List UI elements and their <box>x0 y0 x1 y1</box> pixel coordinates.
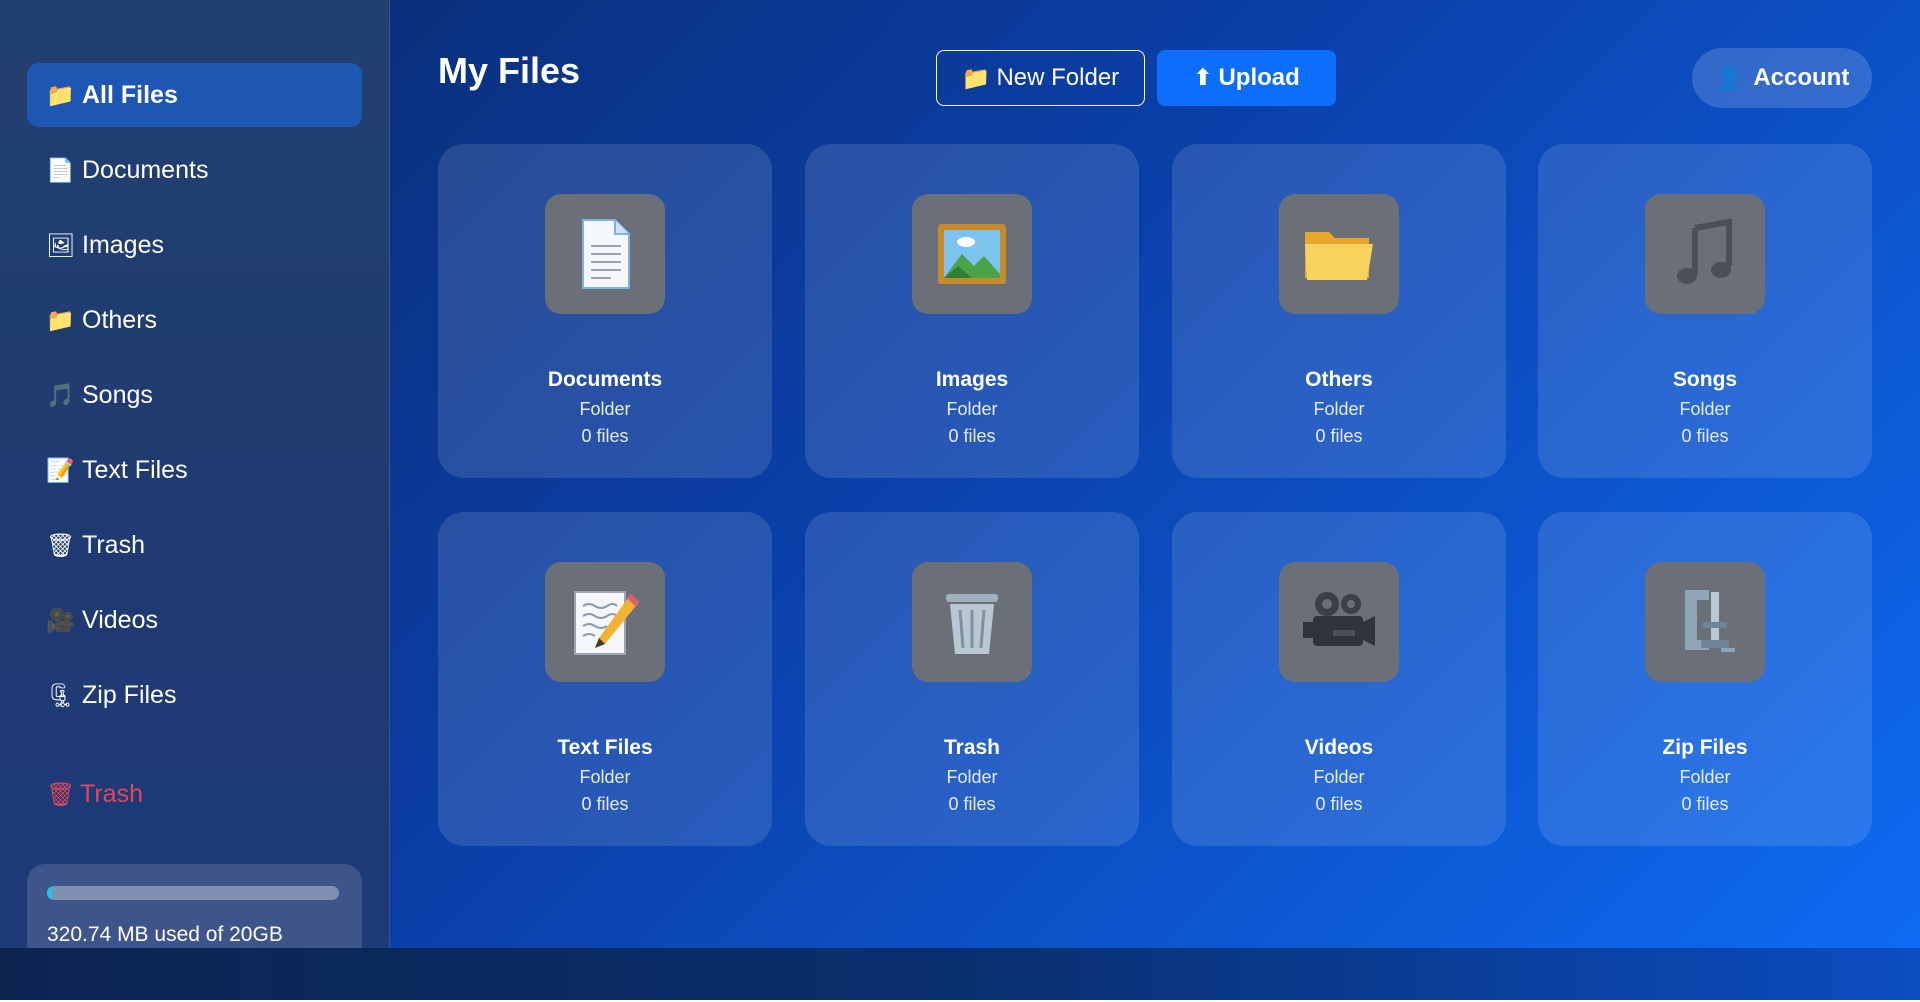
folder-card-songs[interactable]: Songs Folder 0 files <box>1538 144 1872 478</box>
upload-button[interactable]: ⬆ Upload <box>1157 50 1336 106</box>
sidebar-item-label: Others <box>82 305 158 334</box>
sidebar-item-others[interactable]: 📁 Others <box>27 288 362 352</box>
sidebar-item-songs[interactable]: 🎵 Songs <box>27 363 362 427</box>
folder-file-count: 0 files <box>1681 794 1729 814</box>
sidebar-item-label: Text Files <box>82 455 188 484</box>
storage-progress-bar <box>47 886 339 900</box>
sidebar-item-label: Documents <box>82 155 209 184</box>
page-title: My Files <box>438 50 581 91</box>
sidebar-item-label: Trash <box>82 530 145 559</box>
folder-name: Images <box>935 368 1009 391</box>
video-camera-icon: 🎥 <box>46 607 75 634</box>
folder-card-text-files[interactable]: Text Files Folder 0 files <box>438 512 772 846</box>
new-folder-button[interactable]: 📁 New Folder <box>936 50 1145 106</box>
folder-card-zip-files[interactable]: Zip Files Folder 0 files <box>1538 512 1872 846</box>
folder-file-count: 0 files <box>581 794 629 814</box>
folder-name: Trash <box>943 736 1001 759</box>
folder-name: Zip Files <box>1662 736 1748 759</box>
folder-file-count: 0 files <box>948 794 996 814</box>
sidebar-item-images[interactable]: 🖼 Images <box>27 213 362 277</box>
folder-card-documents[interactable]: Documents Folder 0 files <box>438 144 772 478</box>
file-manager-app: 📁 All Files 📄 Documents 🖼 Images 📁 Other… <box>0 0 1920 1000</box>
image-icon: 🖼 <box>46 232 76 259</box>
trash-icon: 🗑 <box>46 781 76 808</box>
folder-name: Others <box>1305 368 1373 391</box>
sidebar-item-documents[interactable]: 📄 Documents <box>27 138 362 202</box>
sidebar-item-text-files[interactable]: 📝 Text Files <box>27 438 362 502</box>
folder-type: Folder <box>1679 399 1731 419</box>
folder-icon: 📁 <box>46 307 75 334</box>
folder-card-others[interactable]: Others Folder 0 files <box>1172 144 1506 478</box>
upload-arrow-icon: ⬆ <box>1193 65 1213 91</box>
sidebar-item-trash[interactable]: 🗑 Trash <box>27 513 362 577</box>
image-icon <box>912 194 1032 314</box>
video-camera-icon <box>1279 562 1399 682</box>
user-icon: 👤 <box>1714 65 1744 92</box>
memo-icon <box>545 562 665 682</box>
folder-file-count: 0 files <box>1681 426 1729 446</box>
folder-card-images[interactable]: Images Folder 0 files <box>805 144 1139 478</box>
folder-icon: 📁 <box>961 65 991 92</box>
new-folder-label: New Folder <box>996 64 1120 91</box>
folder-grid: Documents Folder 0 files Images Folder 0… <box>438 144 1872 846</box>
sidebar: 📁 All Files 📄 Documents 🖼 Images 📁 Other… <box>0 0 390 1000</box>
folder-type: Folder <box>579 399 631 419</box>
upload-label: Upload <box>1218 64 1300 91</box>
sidebar-item-label: Songs <box>82 380 153 409</box>
sidebar-item-label: All Files <box>82 80 178 109</box>
bottom-bar <box>0 948 1920 1000</box>
folder-name: Videos <box>1304 736 1374 759</box>
sidebar-item-all-files[interactable]: 📁 All Files <box>27 63 362 127</box>
folder-type: Folder <box>1313 767 1365 787</box>
folder-type: Folder <box>946 399 998 419</box>
sidebar-nav: 📁 All Files 📄 Documents 🖼 Images 📁 Other… <box>27 63 362 738</box>
document-icon: 📄 <box>46 157 75 184</box>
sidebar-item-label: Zip Files <box>82 680 177 709</box>
account-label: Account <box>1753 64 1850 91</box>
music-note-icon: 🎵 <box>46 382 75 409</box>
folder-type: Folder <box>1313 399 1365 419</box>
folder-card-trash[interactable]: Trash Folder 0 files <box>805 512 1139 846</box>
folder-icon <box>1279 194 1399 314</box>
folder-name: Documents <box>547 368 663 391</box>
clamp-icon: 🗜 <box>46 682 76 709</box>
trash-icon: 🗑 <box>46 532 76 559</box>
memo-icon: 📝 <box>46 457 75 484</box>
folder-file-count: 0 files <box>1315 794 1363 814</box>
sidebar-item-label: Images <box>82 230 164 259</box>
trash-icon <box>912 562 1032 682</box>
folder-type: Folder <box>946 767 998 787</box>
folder-name: Songs <box>1672 368 1738 391</box>
folder-name: Text Files <box>557 736 653 759</box>
sidebar-trash-link[interactable]: 🗑 Trash <box>27 762 362 826</box>
sidebar-trash-label: Trash <box>80 779 143 808</box>
folder-file-count: 0 files <box>581 426 629 446</box>
sidebar-item-videos[interactable]: 🎥 Videos <box>27 588 362 652</box>
folder-file-count: 0 files <box>948 426 996 446</box>
music-note-icon <box>1645 194 1765 314</box>
folder-icon: 📁 <box>46 82 75 109</box>
sidebar-item-zip-files[interactable]: 🗜 Zip Files <box>27 663 362 727</box>
folder-file-count: 0 files <box>1315 426 1363 446</box>
folder-card-videos[interactable]: Videos Folder 0 files <box>1172 512 1506 846</box>
folder-type: Folder <box>1679 767 1731 787</box>
document-icon <box>545 194 665 314</box>
clamp-icon <box>1645 562 1765 682</box>
sidebar-item-label: Videos <box>82 605 158 634</box>
folder-type: Folder <box>579 767 631 787</box>
storage-progress-fill <box>47 886 52 900</box>
account-button[interactable]: 👤 Account <box>1692 48 1872 108</box>
